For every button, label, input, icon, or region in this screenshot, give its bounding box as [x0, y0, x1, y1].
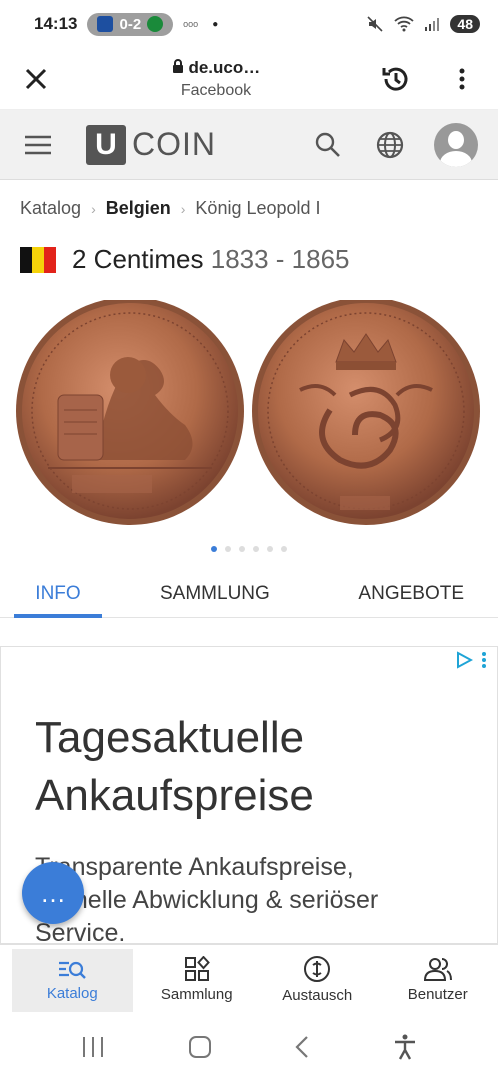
nav-item-austausch[interactable]: Austausch — [257, 945, 378, 1014]
catalog-search-icon — [59, 961, 87, 979]
more-vertical-icon — [459, 68, 465, 89]
breadcrumb-item-ruler[interactable]: König Leopold I — [195, 198, 320, 219]
carousel-dot[interactable] — [225, 546, 231, 552]
carousel-indicator — [0, 546, 498, 552]
url-display[interactable]: de.uco… Facebook — [172, 57, 261, 100]
notification-icon: ooo — [183, 19, 199, 29]
bottom-navigation: Katalog Sammlung Austausch Benutzer — [0, 944, 498, 1014]
chevron-right-icon: › — [91, 200, 96, 217]
dot-icon: ● — [212, 18, 219, 30]
coin-obverse-image[interactable] — [16, 297, 244, 525]
breadcrumb-item-belgien[interactable]: Belgien — [106, 198, 171, 219]
tab-info[interactable]: INFO — [14, 570, 102, 618]
language-button[interactable] — [372, 127, 408, 163]
accessibility-icon[interactable] — [393, 1034, 417, 1060]
nav-label: Sammlung — [160, 986, 233, 1003]
nav-item-katalog[interactable]: Katalog — [12, 949, 133, 1012]
lock-icon — [172, 58, 183, 73]
ad-headline-line: Tagesaktuelle — [35, 713, 305, 762]
site-header: U COIN — [0, 110, 498, 180]
signal-icon — [425, 18, 440, 31]
users-icon — [423, 958, 452, 981]
chevron-right-icon: › — [180, 200, 186, 217]
team-badge-icon — [147, 16, 164, 32]
more-options-button[interactable] — [444, 61, 480, 97]
carousel-dot[interactable] — [253, 546, 259, 552]
ad-headline-line: Ankaufspreise — [35, 771, 314, 820]
site-name: Facebook — [180, 81, 252, 99]
back-icon[interactable] — [294, 1035, 310, 1059]
carousel-dot[interactable] — [267, 546, 273, 552]
score-text: 0-2 — [119, 15, 142, 33]
ad-choices-icon[interactable] — [455, 651, 473, 669]
globe-icon — [376, 131, 404, 158]
url-text: de.uco… — [188, 57, 261, 77]
menu-button[interactable] — [20, 127, 56, 163]
ad-description-line: schnelle Abwicklung & seriöser — [35, 886, 379, 914]
coin-years: 1833 - 1865 — [210, 244, 350, 274]
collection-icon — [184, 956, 210, 981]
close-icon — [25, 68, 47, 89]
history-icon — [382, 67, 408, 91]
coin-name: 2 Centimes — [72, 244, 204, 274]
mute-icon — [367, 16, 383, 32]
floating-action-button[interactable]: … — [22, 862, 84, 924]
tab-sammlung[interactable]: SAMMLUNG — [160, 570, 270, 617]
ad-headline: Tagesaktuelle Ankaufspreise — [35, 709, 314, 825]
search-button[interactable] — [310, 127, 346, 163]
content-tabs: INFO SAMMLUNG ANGEBOTE — [0, 570, 498, 618]
coin-image-carousel[interactable] — [0, 297, 498, 530]
flag-stripe-red — [44, 246, 56, 273]
user-avatar[interactable] — [434, 122, 478, 167]
ad-description-line: Service. — [35, 919, 126, 944]
ad-description: Transparente Ankaufspreise, schnelle Abw… — [35, 851, 455, 944]
status-time: 14:13 — [34, 14, 78, 33]
hamburger-menu-icon — [25, 135, 51, 154]
carousel-dot[interactable] — [281, 546, 287, 552]
ad-description-line: Transparente Ankaufspreise, — [35, 853, 354, 881]
search-icon — [315, 132, 340, 157]
score-notification: 0-2 — [87, 12, 174, 36]
nav-label: Katalog — [46, 985, 98, 1002]
exchange-icon — [304, 956, 331, 982]
status-bar: 14:13 0-2 ooo ● 48 — [0, 0, 498, 48]
home-icon[interactable] — [188, 1035, 212, 1059]
logo-text: COIN — [132, 126, 216, 162]
wifi-icon — [394, 16, 415, 32]
more-vertical-icon[interactable] — [481, 651, 487, 669]
carousel-dot[interactable] — [239, 546, 245, 552]
coin-reverse-image[interactable] — [252, 297, 480, 525]
carousel-dot[interactable] — [211, 546, 217, 552]
logo-mark: U — [86, 124, 126, 165]
breadcrumb: Katalog › Belgien › König Leopold I — [20, 198, 321, 219]
flag-stripe-black — [20, 246, 32, 273]
nav-label: Austausch — [282, 987, 353, 1004]
recent-apps-icon[interactable] — [81, 1036, 105, 1058]
battery-indicator: 48 — [450, 15, 480, 33]
more-horizontal-icon: … — [40, 877, 66, 908]
nav-item-sammlung[interactable]: Sammlung — [137, 945, 258, 1014]
ad-controls — [455, 651, 487, 669]
tab-angebote[interactable]: ANGEBOTE — [358, 570, 464, 617]
nav-label: Benutzer — [407, 986, 468, 1003]
browser-toolbar: de.uco… Facebook — [0, 48, 498, 110]
coin-title-row: 2 Centimes 1833 - 1865 — [20, 244, 350, 275]
team-badge-icon — [97, 16, 114, 32]
close-button[interactable] — [18, 61, 54, 97]
flag-stripe-yellow — [32, 246, 44, 273]
ucoin-logo[interactable]: U COIN — [86, 124, 216, 165]
breadcrumb-item-katalog[interactable]: Katalog — [20, 198, 81, 219]
history-button[interactable] — [378, 61, 414, 97]
page-title: 2 Centimes 1833 - 1865 — [72, 244, 350, 275]
belgium-flag-icon — [20, 246, 56, 273]
system-navigation-bar — [0, 1014, 498, 1080]
nav-item-benutzer[interactable]: Benutzer — [378, 945, 498, 1014]
